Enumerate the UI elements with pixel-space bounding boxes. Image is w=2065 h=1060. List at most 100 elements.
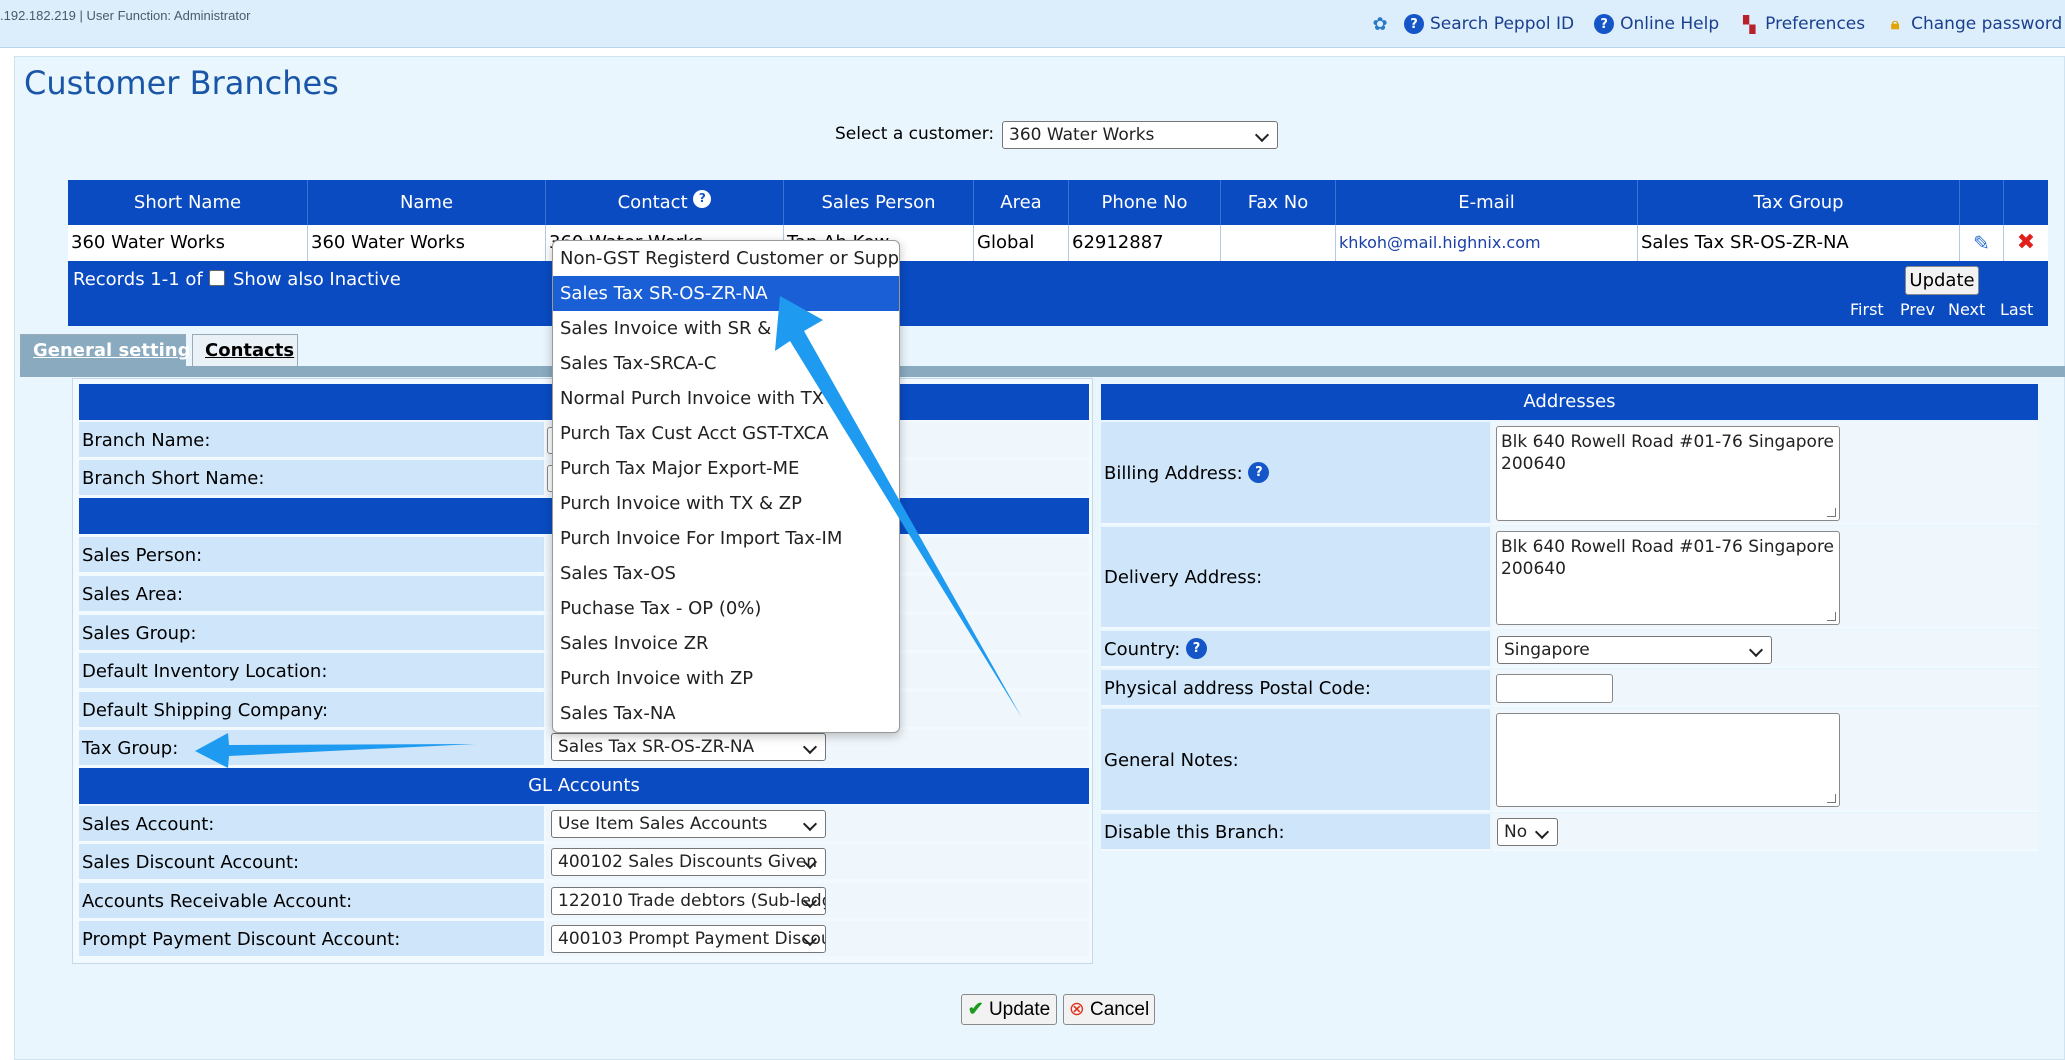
dropdown-option[interactable]: Purch Invoice with TX & ZP bbox=[553, 486, 899, 521]
sales-discount-account-label: Sales Discount Account: bbox=[79, 844, 544, 881]
cell-fax bbox=[1221, 225, 1336, 261]
edit-icon[interactable]: ✎ bbox=[1960, 225, 2004, 261]
prompt-payment-account-label: Prompt Payment Discount Account: bbox=[79, 921, 544, 958]
col-delete bbox=[2004, 180, 2048, 225]
col-tax-group[interactable]: Tax Group bbox=[1638, 180, 1960, 225]
records-count: Records 1-1 of 1 bbox=[73, 269, 220, 290]
grid-update-button[interactable]: Update bbox=[1905, 266, 1979, 295]
billing-address-label: Billing Address: ? bbox=[1101, 422, 1490, 525]
col-email[interactable]: E-mail bbox=[1336, 180, 1638, 225]
col-name[interactable]: Name bbox=[308, 180, 546, 225]
top-bar: .192.182.219 | User Function: Administra… bbox=[0, 0, 2065, 48]
dropdown-option[interactable]: Non-GST Registerd Customer or Supplier bbox=[553, 241, 899, 276]
inventory-location-label: Default Inventory Location: bbox=[79, 653, 544, 690]
preferences-link[interactable]: ▚ Preferences bbox=[1739, 14, 1865, 34]
cell-phone: 62912887 bbox=[1069, 225, 1221, 261]
tax-group-select[interactable]: Sales Tax SR-OS-ZR-NA bbox=[551, 733, 826, 761]
disable-branch-label: Disable this Branch: bbox=[1101, 814, 1490, 851]
user-info: .192.182.219 | User Function: Administra… bbox=[0, 8, 251, 23]
cell-email[interactable]: khkoh@mail.highnix.com bbox=[1336, 225, 1638, 261]
cell-tax-group: Sales Tax SR-OS-ZR-NA bbox=[1638, 225, 1960, 261]
dropdown-option[interactable]: Purch Invoice with ZP bbox=[553, 661, 899, 696]
postal-code-label: Physical address Postal Code: bbox=[1101, 670, 1490, 707]
top-links: ✿ ? Search Peppol ID ? Online Help ▚ Prefer… bbox=[1370, 0, 2065, 48]
gear-icon[interactable]: ✿ bbox=[1370, 14, 1390, 35]
branch-short-name-label: Branch Short Name: bbox=[79, 460, 544, 497]
dropdown-option[interactable]: Purch Tax Major Export-ME bbox=[553, 451, 899, 486]
dropdown-option-selected[interactable]: Sales Tax SR-OS-ZR-NA bbox=[553, 276, 899, 311]
help-icon: ? bbox=[1404, 14, 1424, 34]
pager-first[interactable]: First bbox=[1850, 300, 1884, 319]
dropdown-option[interactable]: Normal Purch Invoice with TX bbox=[553, 381, 899, 416]
sales-person-label: Sales Person: bbox=[79, 537, 544, 574]
dropdown-option[interactable]: Puchase Tax - OP (0%) bbox=[553, 591, 899, 626]
cancel-button[interactable]: ⊗ Cancel bbox=[1063, 994, 1155, 1025]
receivable-account-label: Accounts Receivable Account: bbox=[79, 883, 544, 920]
delete-icon[interactable]: ✖ bbox=[2004, 225, 2048, 261]
col-edit bbox=[1960, 180, 2004, 225]
sales-group-label: Sales Group: bbox=[79, 615, 544, 652]
general-notes-label: General Notes: bbox=[1101, 709, 1490, 812]
col-sales-person[interactable]: Sales Person bbox=[784, 180, 974, 225]
change-password-link[interactable]: 🔒︎ Change password bbox=[1885, 14, 2062, 34]
sales-discount-account-select[interactable]: 400102 Sales Discounts Given bbox=[551, 848, 826, 876]
tab-divider bbox=[20, 366, 2065, 377]
help-icon: ? bbox=[1594, 14, 1615, 34]
customer-select-label: Select a customer: bbox=[835, 124, 995, 144]
dropdown-option[interactable]: Sales Tax-NA bbox=[553, 696, 899, 731]
table-row: 360 Water Works 360 Water Works 360 Wate… bbox=[68, 225, 2048, 261]
dropdown-option[interactable]: Sales Tax-SRCA-C bbox=[553, 346, 899, 381]
postal-code-input[interactable] bbox=[1496, 674, 1613, 703]
tab-contacts[interactable]: Contacts bbox=[192, 334, 298, 368]
lock-icon: 🔒︎ bbox=[1890, 14, 1900, 33]
preferences-icon: ▚ bbox=[1742, 14, 1756, 34]
update-button[interactable]: ✔ Update bbox=[961, 994, 1057, 1025]
dropdown-option[interactable]: Sales Tax-OS bbox=[553, 556, 899, 591]
show-inactive-checkbox[interactable] bbox=[209, 270, 225, 286]
col-phone[interactable]: Phone No bbox=[1069, 180, 1221, 225]
delivery-address-textarea[interactable]: Blk 640 Rowell Road #01-76 Singapore 200… bbox=[1496, 531, 1840, 625]
disable-branch-cell bbox=[1492, 814, 2038, 851]
prompt-payment-account-select[interactable]: 400103 Prompt Payment Discount bbox=[551, 925, 826, 953]
show-inactive-label: Show also Inactive bbox=[233, 269, 401, 290]
branch-name-label: Branch Name: bbox=[79, 422, 544, 459]
pager-last[interactable]: Last bbox=[2000, 300, 2033, 319]
help-icon[interactable]: ? bbox=[693, 189, 712, 208]
search-peppol-link[interactable]: ? Search Peppol ID bbox=[1404, 14, 1574, 34]
shipping-company-label: Default Shipping Company: bbox=[79, 692, 544, 729]
sales-account-select[interactable]: Use Item Sales Accounts bbox=[551, 810, 826, 838]
dropdown-option[interactable]: Sales Invoice ZR bbox=[553, 626, 899, 661]
dropdown-option[interactable]: Purch Invoice For Import Tax-IM bbox=[553, 521, 899, 556]
pager-next[interactable]: Next bbox=[1948, 300, 1985, 319]
tab-general-settings[interactable]: General settings bbox=[20, 334, 201, 368]
col-area[interactable]: Area bbox=[974, 180, 1069, 225]
customer-select[interactable]: 360 Water Works bbox=[1002, 121, 1278, 149]
table-header: Short Name Name Contact ? Sales Person A… bbox=[68, 180, 2048, 225]
gl-accounts-header: GL Accounts bbox=[79, 768, 1089, 804]
delivery-address-label: Delivery Address: bbox=[1101, 527, 1490, 629]
dropdown-option[interactable]: Sales Invoice with SR & ZR bbox=[553, 311, 899, 346]
dropdown-option[interactable]: Purch Tax Cust Acct GST-TXCA bbox=[553, 416, 899, 451]
help-icon[interactable]: ? bbox=[1186, 638, 1207, 659]
help-icon[interactable]: ? bbox=[1248, 462, 1270, 483]
tax-group-label: Tax Group: bbox=[79, 730, 544, 767]
cell-short-name: 360 Water Works bbox=[68, 225, 308, 261]
country-label: Country: ? bbox=[1101, 631, 1490, 668]
billing-address-textarea[interactable]: Blk 640 Rowell Road #01-76 Singapore 200… bbox=[1496, 426, 1840, 521]
table-footer: Records 1-1 of 1 Show also Inactive Upda… bbox=[68, 261, 2048, 326]
country-select[interactable]: Singapore bbox=[1497, 636, 1772, 664]
check-icon: ✔ bbox=[967, 999, 984, 1020]
branch-table: Short Name Name Contact ? Sales Person A… bbox=[68, 180, 2048, 326]
general-notes-textarea[interactable] bbox=[1496, 713, 1840, 807]
receivable-account-select[interactable]: 122010 Trade debtors (Sub-ledger) bbox=[551, 887, 826, 915]
col-fax[interactable]: Fax No bbox=[1221, 180, 1336, 225]
sales-area-label: Sales Area: bbox=[79, 576, 544, 613]
col-short-name[interactable]: Short Name bbox=[68, 180, 308, 225]
addresses-header: Addresses bbox=[1101, 384, 2038, 420]
online-help-link[interactable]: ? Online Help bbox=[1594, 14, 1719, 34]
pager-prev[interactable]: Prev bbox=[1900, 300, 1935, 319]
sales-account-label: Sales Account: bbox=[79, 806, 544, 843]
tax-group-dropdown-list[interactable]: Non-GST Registerd Customer or Supplier S… bbox=[552, 240, 900, 733]
col-contact[interactable]: Contact ? bbox=[546, 180, 784, 225]
disable-branch-select[interactable]: No bbox=[1497, 818, 1558, 846]
